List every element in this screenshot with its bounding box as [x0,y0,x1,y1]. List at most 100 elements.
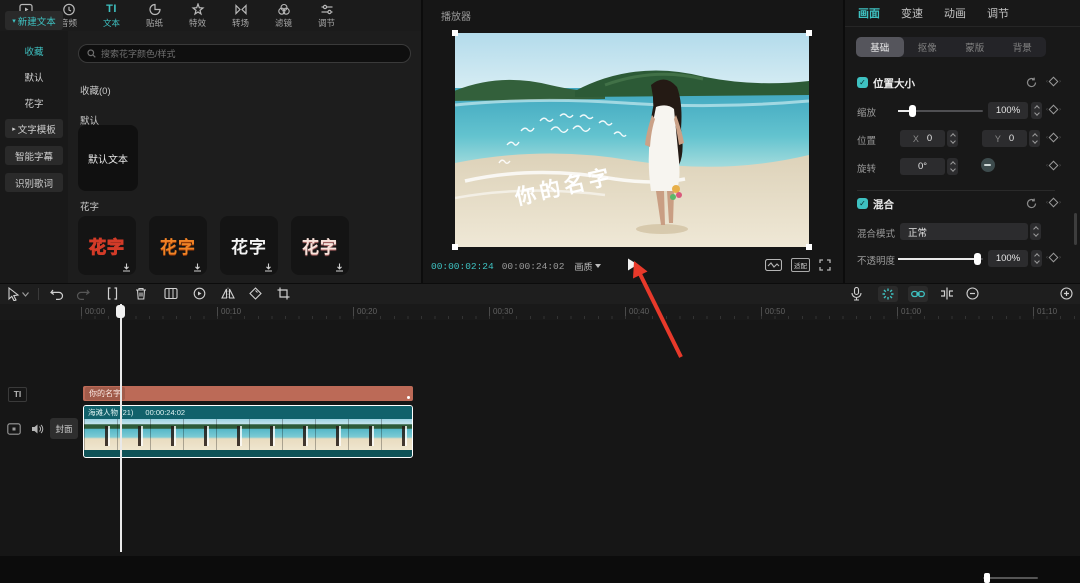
subtab-background[interactable]: 背景 [999,37,1047,57]
fancy-text-tile-1[interactable]: 花字 [78,216,136,275]
freeze-frame-icon[interactable] [164,287,178,300]
preview-axis-icon[interactable] [940,287,954,300]
tab-canvas[interactable]: 画面 [858,5,880,21]
delete-icon[interactable] [135,287,147,300]
opacity-value[interactable]: 100% [988,250,1028,267]
timeline-toolbar [0,284,1080,304]
subtab-cutout[interactable]: 抠像 [904,37,952,57]
play-button[interactable] [627,258,638,271]
record-voiceover-icon[interactable] [851,287,862,301]
rotate-value[interactable]: 0° [900,158,945,175]
sidebar-item-recognize-lyrics[interactable]: 识别歌词 [5,173,63,192]
opacity-keyframe[interactable]: ‹› [1046,254,1061,261]
fullscreen-icon[interactable] [819,259,831,271]
video-clip[interactable]: 海滩人物 (21) 00:00:24:02 [83,405,413,458]
playhead-handle[interactable] [116,305,125,318]
blend-mode-dropdown[interactable]: 正常 [900,223,1028,240]
quality-dropdown[interactable]: 画质 [574,260,601,273]
sidebar-item-new-text[interactable]: ▾ 新建文本 [5,11,63,30]
search-input[interactable]: 搜索花字颜色/样式 [78,44,411,63]
timeline-zoom-slider[interactable] [983,577,1038,579]
tab-sticker[interactable]: 贴纸 [135,3,174,29]
tab-transitions[interactable]: 转场 [221,3,260,29]
text-clip[interactable]: 你的名字 [83,386,413,401]
blend-mode-label: 混合模式 [857,226,895,240]
auto-snap-toggle[interactable] [878,286,898,302]
fit-ratio-button[interactable]: 适配 [791,258,810,272]
blend-mode-stepper[interactable] [1030,223,1041,240]
linkage-toggle[interactable] [908,286,928,302]
tab-speed[interactable]: 变速 [901,5,923,21]
sidebar-item-smart-captions[interactable]: 智能字幕 [5,146,63,165]
download-icon [264,263,273,272]
position-x-field[interactable]: X 0 [900,130,945,147]
reset-icon[interactable] [1026,198,1037,209]
rotate-keyframe[interactable]: ‹› [1046,162,1061,169]
rotate-icon[interactable] [249,287,262,300]
keyframe-button[interactable]: ‹› [1046,78,1061,85]
tab-adjust[interactable]: 调节 [307,3,346,29]
reset-icon[interactable] [1026,77,1037,88]
sidebar-item-fancy-text[interactable]: 花字 [5,93,63,112]
video-clip-thumbnails [84,419,412,450]
tab-effects[interactable]: 特效 [178,3,217,29]
position-y-field[interactable]: Y 0 [982,130,1027,147]
position-y-stepper[interactable] [1029,130,1040,147]
toolbar-divider [38,288,39,300]
selection-handle-bottom-left[interactable] [452,244,458,250]
section-divider [857,190,1055,191]
scopes-icon[interactable] [765,259,782,271]
subtab-basic[interactable]: 基础 [856,37,904,57]
sidebar-item-default[interactable]: 默认 [5,67,63,86]
cursor-mode-chevron-icon[interactable] [22,292,29,297]
tab-animation[interactable]: 动画 [944,5,966,21]
blend-checkbox[interactable]: ✓ [857,198,868,209]
select-cursor-icon[interactable] [7,287,20,301]
position-size-checkbox[interactable]: ✓ [857,77,868,88]
position-keyframe[interactable]: ‹› [1046,134,1061,141]
timeline-zoom-slider-thumb[interactable] [984,573,990,583]
sidebar-item-smart-captions-label: 智能字幕 [15,149,53,163]
selection-handle-top-right[interactable] [806,30,812,36]
inspector-tabs: 画面 变速 动画 调节 [845,0,1080,27]
selection-handle-bottom-right[interactable] [806,244,812,250]
sidebar-item-text-templates[interactable]: ▸ 文字模板 [5,119,63,138]
fancy-text-tile-3[interactable]: 花字 [220,216,278,275]
scale-stepper[interactable] [1031,102,1042,119]
scale-slider[interactable] [898,110,983,112]
scale-keyframe[interactable]: ‹› [1046,106,1061,113]
mirror-icon[interactable] [221,287,235,300]
zoom-out-icon[interactable] [966,287,979,300]
subtab-mask[interactable]: 蒙版 [951,37,999,57]
tab-text[interactable]: TI 文本 [92,3,131,29]
left-panel: 媒体 音频 TI 文本 贴纸 特效 转场 滤镜 调节 [0,0,421,283]
tab-filters[interactable]: 滤镜 [264,3,303,29]
inspector-scrollbar[interactable] [1074,213,1077,245]
ruler-label: 00:20 [353,307,377,316]
fancy-text-tile-4[interactable]: 花字 [291,216,349,275]
zoom-in-icon[interactable] [1060,287,1073,300]
crop-icon[interactable] [277,287,290,300]
opacity-slider[interactable] [898,258,983,260]
fancy-text-tile-2[interactable]: 花字 [149,216,207,275]
tab-adjust-right[interactable]: 调节 [987,5,1009,21]
rotate-knob[interactable] [981,158,995,172]
adjust-icon [320,3,334,16]
reverse-icon[interactable] [193,287,206,300]
position-x-stepper[interactable] [947,130,958,147]
video-preview[interactable]: 你的名字 [455,33,809,247]
blend-keyframe[interactable]: ‹› [1046,199,1061,206]
opacity-stepper[interactable] [1031,250,1042,267]
selection-handle-top-left[interactable] [452,30,458,36]
scale-value[interactable]: 100% [988,102,1028,119]
track-audio-icon[interactable] [31,423,44,435]
playhead-line[interactable] [120,304,122,552]
split-icon[interactable] [106,287,119,300]
default-text-tile[interactable]: 默认文本 [78,125,138,191]
timeline-ruler[interactable]: 00:00 00:10 00:20 00:30 00:40 00:50 01:0… [0,304,1080,320]
rotate-stepper[interactable] [947,158,958,175]
undo-icon[interactable] [50,287,64,300]
redo-icon[interactable] [76,287,90,300]
cover-button[interactable]: 封面 [50,418,78,439]
sidebar-item-favorites[interactable]: 收藏 [5,41,63,60]
